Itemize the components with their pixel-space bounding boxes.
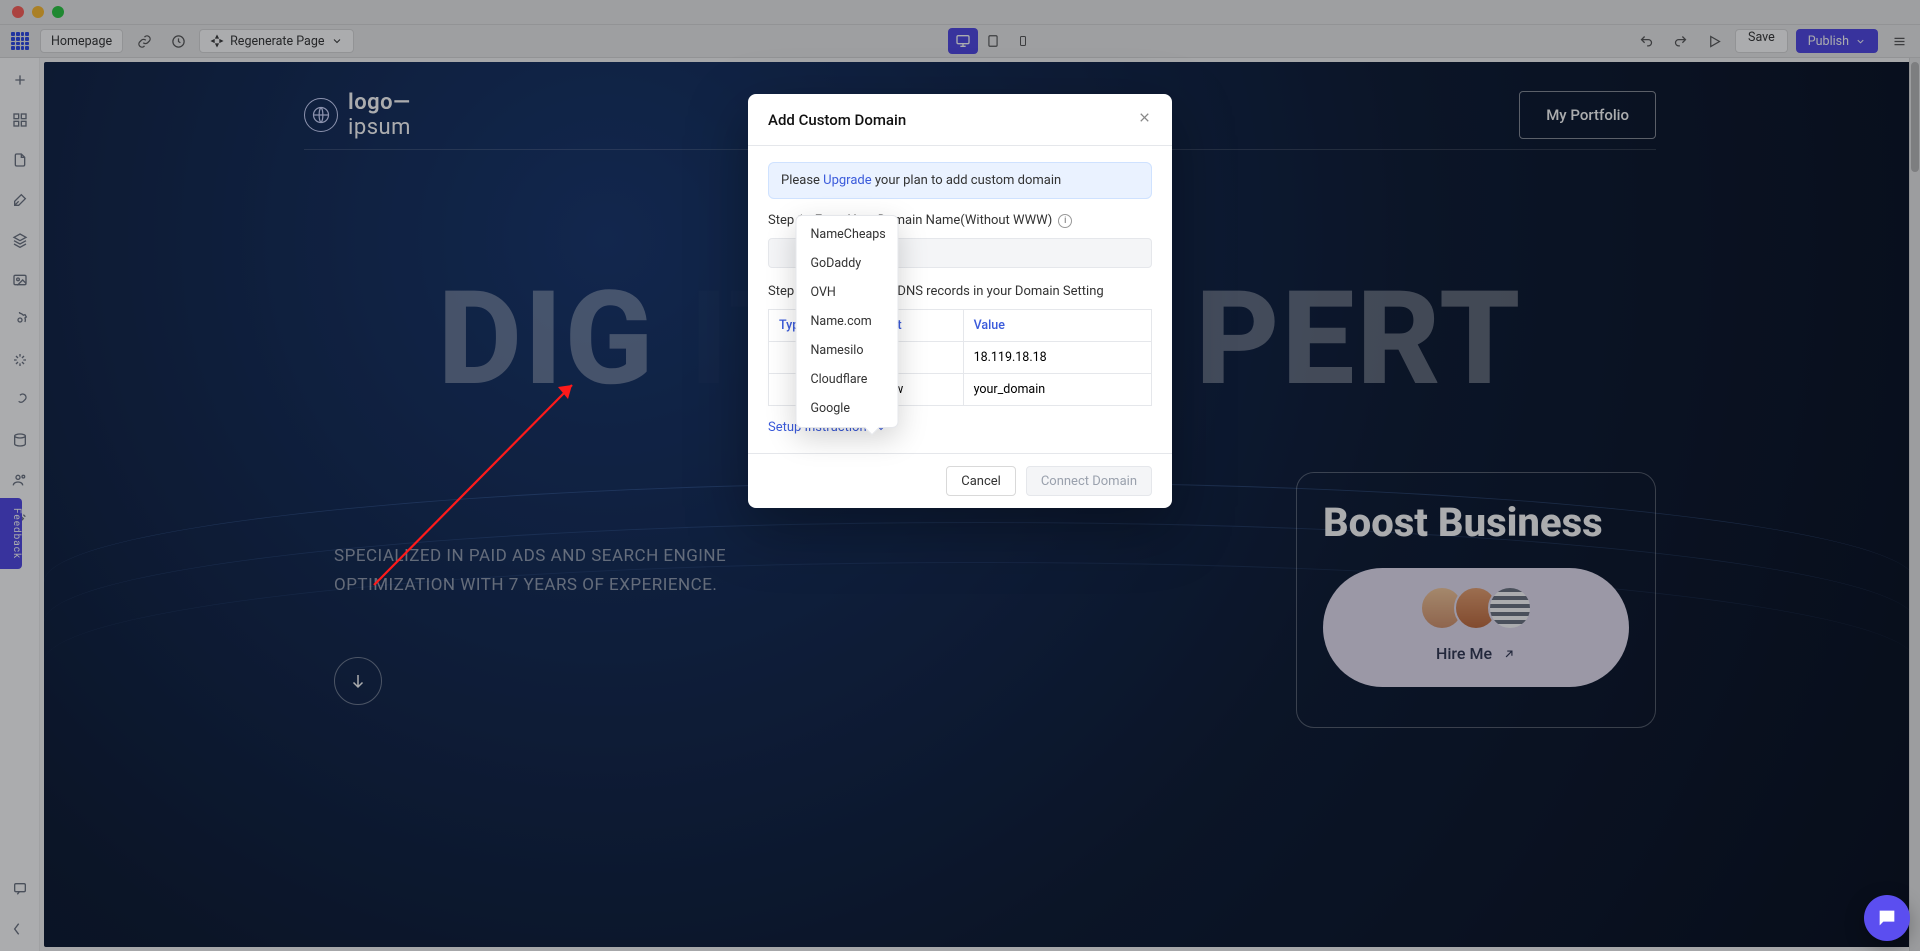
chat-icon <box>1876 907 1898 929</box>
cell-value: your_domain <box>963 374 1151 406</box>
banner-pre: Please <box>781 173 823 188</box>
close-icon <box>1137 110 1152 125</box>
registrar-option[interactable]: OVH <box>797 278 898 307</box>
registrar-option[interactable]: Google <box>797 394 898 423</box>
app-window: Homepage Regenerate Page <box>0 0 1920 951</box>
connect-domain-button[interactable]: Connect Domain <box>1026 466 1152 496</box>
registrar-option[interactable]: Namesilo <box>797 336 898 365</box>
upgrade-link[interactable]: Upgrade <box>823 173 871 188</box>
registrar-option[interactable]: GoDaddy <box>797 249 898 278</box>
info-icon[interactable]: i <box>1058 214 1072 228</box>
registrar-option[interactable]: NameCheaps <box>797 220 898 249</box>
modal-title: Add Custom Domain <box>768 111 906 129</box>
banner-post: your plan to add custom domain <box>872 173 1062 188</box>
modal-close-button[interactable] <box>1137 110 1152 129</box>
registrar-option[interactable]: Name.com <box>797 307 898 336</box>
dns-th-value: Value <box>963 310 1151 342</box>
registrar-dropdown: NameCheaps GoDaddy OVH Name.com Namesilo… <box>796 215 899 428</box>
chat-fab[interactable] <box>1864 895 1910 941</box>
upgrade-banner: Please Upgrade your plan to add custom d… <box>768 162 1152 199</box>
registrar-option[interactable]: Cloudflare <box>797 365 898 394</box>
cancel-button[interactable]: Cancel <box>946 466 1016 496</box>
cell-value: 18.119.18.18 <box>963 342 1151 374</box>
